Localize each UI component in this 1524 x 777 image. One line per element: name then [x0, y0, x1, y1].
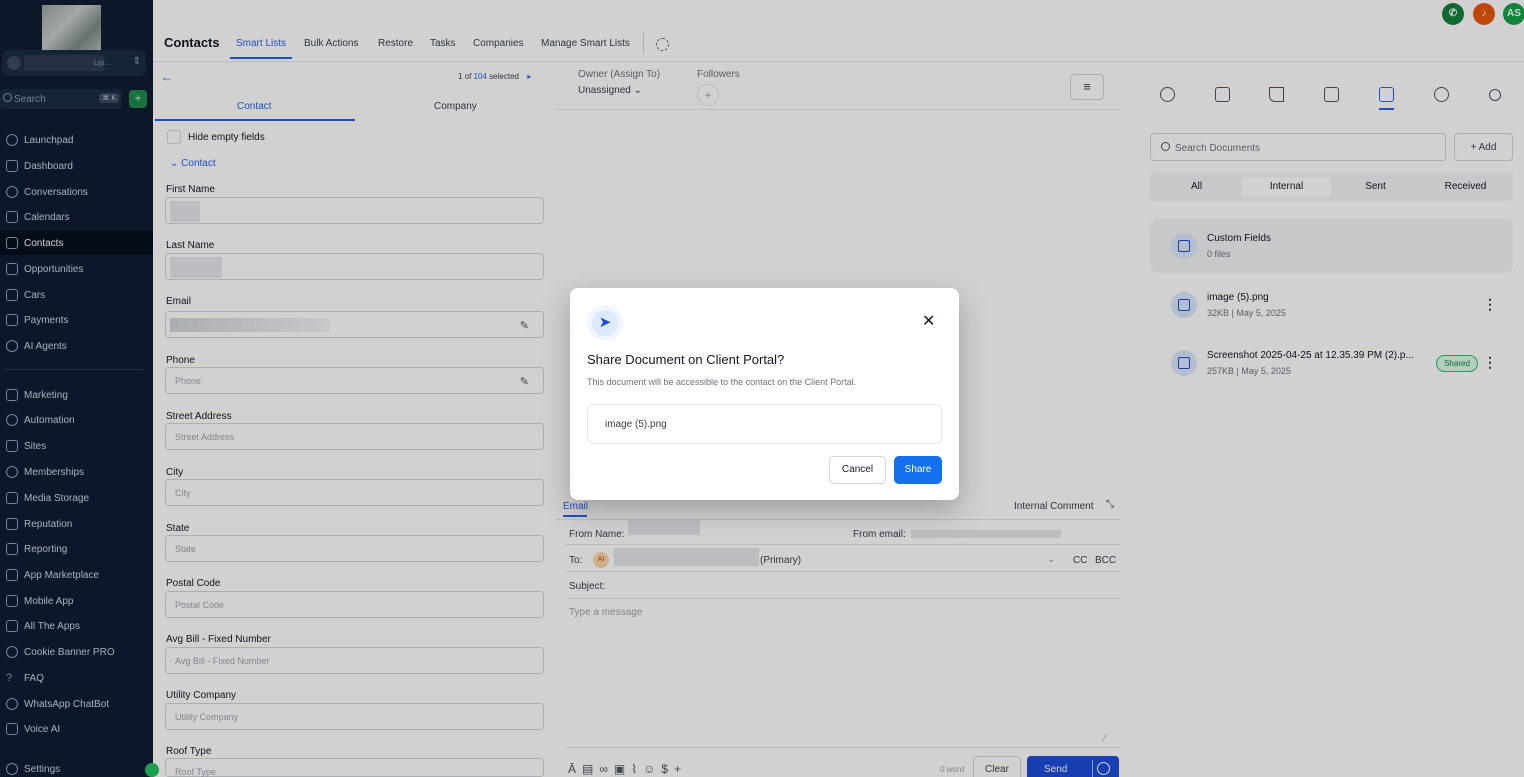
modal-description: This document will be accessible to the …: [587, 377, 857, 387]
modal-title: Share Document on Client Portal?: [587, 352, 785, 367]
paper-plane-icon: ➤: [587, 305, 623, 341]
share-button[interactable]: Share: [894, 456, 942, 484]
share-document-modal: ➤ ✕ Share Document on Client Portal? Thi…: [570, 288, 959, 500]
shared-file-name: image (5).png: [605, 419, 667, 430]
close-icon[interactable]: ✕: [922, 314, 935, 330]
shared-file-box: image (5).png: [587, 404, 942, 444]
cancel-button[interactable]: Cancel: [829, 456, 886, 484]
